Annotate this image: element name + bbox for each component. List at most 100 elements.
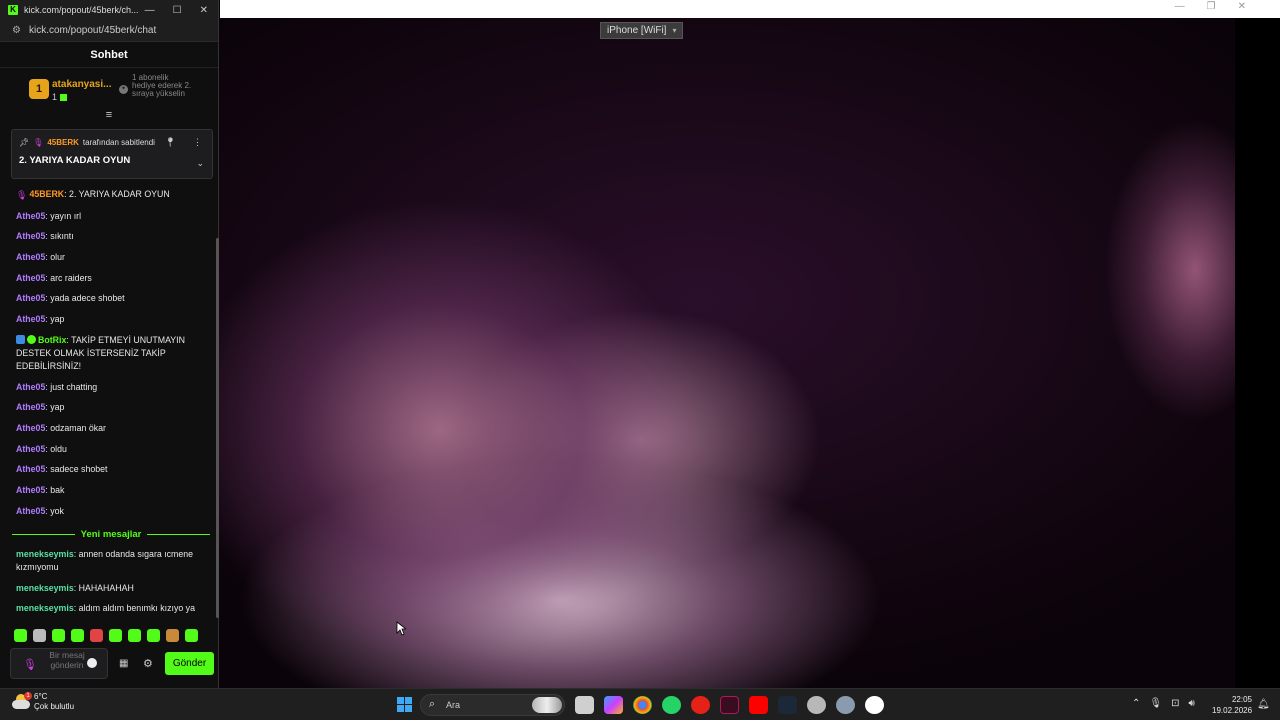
chat-username[interactable]: Athe05 (16, 444, 45, 454)
emote-icon[interactable] (33, 629, 46, 642)
copilot-icon[interactable] (604, 696, 623, 714)
chat-message-text: olur (50, 252, 65, 263)
broadcaster-badge-icon: 🎙︎ (16, 190, 28, 200)
app-icon[interactable] (807, 696, 826, 714)
pinned-by-user[interactable]: 45BERK (47, 138, 79, 147)
video-letterbox (1235, 18, 1280, 688)
notification-icon[interactable]: 🔔︎ (1257, 699, 1270, 710)
task-view-icon[interactable] (575, 696, 594, 714)
chat-message: Athe05: sadece shobet (16, 464, 108, 475)
chat-username[interactable]: Athe05 (16, 464, 45, 474)
weather-alert-badge: 1 (24, 692, 32, 700)
chat-username[interactable]: Athe05 (16, 211, 45, 221)
pinned-message[interactable]: 📌︎ 🎙︎ 45BERK tarafından sabitlendi 📍︎ ⋮ … (11, 129, 213, 179)
start-button[interactable] (397, 697, 412, 712)
minimize-icon[interactable]: — (145, 5, 155, 16)
close-icon[interactable]: ✕ (1238, 1, 1246, 14)
emoji-picker-icon[interactable] (87, 658, 97, 668)
chat-username[interactable]: menekseymis (16, 583, 74, 593)
weather-widget[interactable]: 1 6°C Çok bulutlu (12, 692, 74, 712)
emote-icon[interactable] (90, 629, 103, 642)
emote-icon[interactable] (147, 629, 160, 642)
chat-username[interactable]: Athe05 (16, 423, 45, 433)
message-input[interactable]: 🎙︎ Bir mesaj gönderin (10, 648, 108, 679)
chat-username[interactable]: Athe05 (16, 485, 45, 495)
chat-message: Athe05: yap (16, 314, 65, 325)
chrome-icon[interactable] (633, 696, 652, 714)
expand-leaderboard-icon[interactable]: ≡ (0, 110, 218, 124)
background-window-titlebar: — ❐ ✕ (220, 0, 1280, 18)
restore-icon[interactable]: ❐ (1207, 1, 1216, 14)
network-icon[interactable]: ⊡ (1171, 698, 1179, 709)
chat-scrollbar[interactable] (216, 238, 219, 618)
kick-logo-icon: K (8, 5, 18, 15)
chat-username[interactable]: Athe05 (16, 382, 45, 392)
video-source-label: iPhone [WiFi] (607, 25, 667, 36)
chat-username[interactable]: Athe05 (16, 314, 45, 324)
bot-badge-icon (16, 334, 25, 344)
chat-username[interactable]: Athe05 (16, 293, 45, 303)
media-player-icon[interactable] (691, 696, 710, 714)
search-icon: ⌕ (429, 698, 436, 710)
chat-username[interactable]: menekseymis (16, 603, 74, 613)
obs-icon[interactable] (865, 696, 884, 714)
chat-username[interactable]: menekseymis (16, 549, 74, 559)
chat-message: Athe05: bak (16, 484, 65, 495)
chat-message: BotRix: TAKİP ETMEYİ UNUTMAYIN DESTEK OL… (16, 334, 185, 371)
youtube-icon[interactable] (749, 696, 768, 714)
minimize-icon[interactable]: — (1175, 1, 1185, 14)
chat-message: menekseymis: HAHAHAHAH (16, 582, 134, 593)
whatsapp-icon[interactable] (662, 696, 681, 714)
close-icon[interactable]: ✕ (200, 5, 208, 16)
broadcaster-badge-icon: 🎙︎ (33, 138, 44, 147)
settings-icon[interactable] (836, 696, 855, 714)
pin-icon: 📌︎ (19, 138, 30, 147)
volume-icon[interactable]: 🔊︎ (1188, 698, 1194, 709)
taskbar-search[interactable]: ⌕ Ara (420, 694, 565, 716)
maximize-icon[interactable]: ☐ (173, 5, 182, 16)
new-messages-divider: Yeni mesajlar (12, 528, 211, 540)
clock[interactable]: 22:05 19.02.2026 (1212, 694, 1252, 716)
chat-message-text: yada adece shobet (50, 293, 125, 304)
taskbar: 1 6°C Çok bulutlu ⌕ Ara ⌃ 🎙︎ ⊡ 🔊︎ 22:05 … (0, 688, 1280, 720)
chat-username[interactable]: Athe05 (16, 273, 45, 283)
steam-icon[interactable] (778, 696, 797, 714)
microphone-icon[interactable]: 🎙︎ (1149, 698, 1162, 709)
more-options-icon[interactable]: ⋮ (193, 137, 202, 148)
chevron-up-icon[interactable]: ⌃ (1132, 698, 1140, 709)
emote-icon[interactable] (52, 629, 65, 642)
address-bar[interactable]: ⚙ kick.com/popout/45berk/chat (0, 20, 218, 42)
chat-message: menekseymis: annen odanda sıgara ıcmene … (16, 549, 194, 572)
send-button[interactable]: Gönder (165, 652, 214, 675)
chat-username[interactable]: Athe05 (16, 506, 45, 516)
chat-message-text: yap (50, 402, 65, 413)
gear-icon[interactable]: ⚙ (143, 657, 153, 670)
emote-icon[interactable] (128, 629, 141, 642)
chat-username[interactable]: 45BERK (29, 189, 64, 199)
emote-icon[interactable] (109, 629, 122, 642)
chevron-down-icon: ▾ (672, 26, 677, 35)
emote-icon[interactable] (14, 629, 27, 642)
quick-emote-bar (14, 629, 198, 642)
chat-message: menekseymis: aldım aldım benımkı kızıyo … (16, 603, 195, 614)
chat-username[interactable]: Athe05 (16, 231, 45, 241)
leaderboard-user[interactable]: atakanyasi... (52, 79, 111, 90)
chat-username[interactable]: Athe05 (16, 252, 45, 262)
store-icon[interactable]: ▦ (119, 658, 128, 669)
emote-icon[interactable] (71, 629, 84, 642)
video-source-select[interactable]: iPhone [WiFi] ▾ (600, 22, 684, 39)
search-placeholder: Ara (446, 700, 461, 710)
chat-username[interactable]: Athe05 (16, 402, 45, 412)
broadcaster-badge-icon: 🎙︎ (23, 659, 37, 671)
chat-message: Athe05: oldu (16, 443, 67, 454)
chevron-down-icon[interactable]: ⌄ (196, 158, 204, 169)
app-icon[interactable] (720, 696, 739, 714)
site-settings-icon[interactable]: ⚙ (12, 25, 21, 36)
unpin-icon[interactable]: 📍︎ (165, 137, 176, 148)
emote-icon[interactable] (185, 629, 198, 642)
chat-message: Athe05: yap (16, 402, 65, 413)
chat-message-text: odzaman ökar (50, 422, 106, 433)
emote-icon[interactable] (166, 629, 179, 642)
chat-username[interactable]: BotRix (38, 335, 66, 345)
chat-message-text: arc raiders (50, 272, 92, 283)
